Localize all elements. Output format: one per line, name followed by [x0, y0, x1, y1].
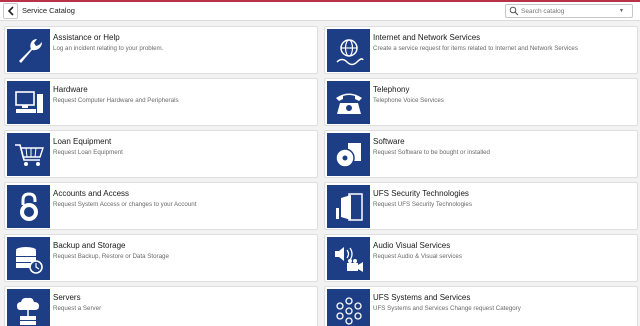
category-description: Telephone Voice Services [373, 97, 444, 104]
search-input[interactable] [521, 7, 617, 15]
category-title: Software [373, 137, 405, 146]
category-card-software[interactable]: Software Request Software to be bought o… [324, 130, 638, 178]
category-description: Request Loan Equipment [53, 149, 123, 156]
category-title: UFS Systems and Services [373, 293, 471, 302]
category-card-audio-visual[interactable]: Audio Visual Services Request Audio & Vi… [324, 234, 638, 282]
padlock-icon [7, 185, 50, 228]
door-icon [327, 185, 370, 228]
category-description: Request a Server [53, 305, 102, 312]
server-cloud-icon [7, 289, 50, 326]
category-description: Request System Access or changes to your… [53, 201, 197, 208]
category-card-ufs-security[interactable]: UFS Security Technologies Request UFS Se… [324, 182, 638, 230]
category-card-assistance[interactable]: Assistance or Help Log an incident relat… [4, 26, 318, 74]
search-box[interactable]: ▼ [505, 4, 633, 18]
category-card-internet-network[interactable]: Internet and Network Services Create a s… [324, 26, 638, 74]
category-description: Request Computer Hardware and Peripheral… [53, 97, 179, 104]
header-bar: Service Catalog ▼ [0, 2, 640, 21]
category-title: Audio Visual Services [373, 241, 451, 250]
category-title: Loan Equipment [53, 137, 112, 146]
category-card-servers[interactable]: Servers Request a Server [4, 286, 318, 326]
database-backup-icon [7, 237, 50, 280]
search-icon [509, 6, 519, 16]
category-description: Create a service request for items relat… [373, 45, 578, 52]
category-title: Telephony [373, 85, 410, 94]
category-card-loan-equipment[interactable]: Loan Equipment Request Loan Equipment [4, 130, 318, 178]
page-title: Service Catalog [22, 6, 75, 15]
category-description: Log an incident relating to your problem… [53, 45, 164, 52]
category-title: UFS Security Technologies [373, 189, 469, 198]
category-description: Request Software to be bought or install… [373, 149, 490, 156]
category-title: Accounts and Access [53, 189, 130, 198]
wrench-icon [7, 29, 50, 72]
category-title: Internet and Network Services [373, 33, 481, 42]
systems-circles-icon [327, 289, 370, 326]
shopping-cart-icon [7, 133, 50, 176]
back-button[interactable] [3, 3, 18, 19]
category-card-accounts-access[interactable]: Accounts and Access Request System Acces… [4, 182, 318, 230]
category-card-backup-storage[interactable]: Backup and Storage Request Backup, Resto… [4, 234, 318, 282]
category-description: UFS Systems and Services Change request … [373, 305, 521, 312]
computer-icon [7, 81, 50, 124]
category-title: Servers [53, 293, 81, 302]
category-title: Backup and Storage [53, 241, 126, 250]
category-card-ufs-systems[interactable]: UFS Systems and Services UFS Systems and… [324, 286, 638, 326]
category-title: Assistance or Help [53, 33, 120, 42]
category-description: Request Audio & Visual services [373, 253, 462, 260]
chevron-left-icon [7, 6, 14, 16]
telephone-icon [327, 81, 370, 124]
globe-network-icon [327, 29, 370, 72]
category-description: Request UFS Security Technologies [373, 201, 472, 208]
chevron-down-icon[interactable]: ▼ [619, 8, 624, 14]
software-disc-icon [327, 133, 370, 176]
speaker-camera-icon [327, 237, 370, 280]
category-description: Request Backup, Restore or Data Storage [53, 253, 169, 260]
category-card-hardware[interactable]: Hardware Request Computer Hardware and P… [4, 78, 318, 126]
category-card-telephony[interactable]: Telephony Telephone Voice Services [324, 78, 638, 126]
category-title: Hardware [53, 85, 88, 94]
